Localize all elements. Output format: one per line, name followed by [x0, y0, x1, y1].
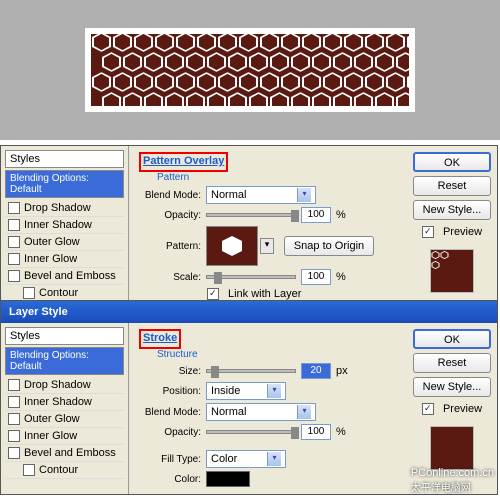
style-item-outer-glow[interactable]: Outer Glow — [5, 234, 124, 251]
reset-button[interactable]: Reset — [413, 353, 491, 373]
color-swatch[interactable] — [206, 471, 250, 487]
opacity-value[interactable]: 100 — [301, 207, 331, 223]
opacity-value[interactable]: 100 — [301, 424, 331, 440]
new-style-button[interactable]: New Style... — [413, 377, 491, 397]
preview-swatch — [430, 249, 474, 293]
opacity-label: Opacity: — [139, 210, 201, 221]
styles-header[interactable]: Styles — [5, 327, 124, 345]
opacity-unit: % — [336, 426, 346, 438]
fill-type-label: Fill Type: — [139, 454, 201, 465]
style-item-inner-shadow[interactable]: Inner Shadow — [5, 217, 124, 234]
checkbox-icon[interactable] — [8, 236, 20, 248]
scale-value[interactable]: 100 — [301, 269, 331, 285]
preview-checkbox[interactable] — [422, 403, 434, 415]
style-item-outer-glow[interactable]: Outer Glow — [5, 411, 124, 428]
scale-slider[interactable] — [206, 275, 296, 279]
opacity-slider[interactable] — [206, 430, 296, 434]
opacity-slider[interactable] — [206, 213, 296, 217]
pattern-label: Pattern: — [139, 241, 201, 252]
style-item-inner-shadow[interactable]: Inner Shadow — [5, 394, 124, 411]
opacity-label: Opacity: — [139, 427, 201, 438]
checkbox-icon[interactable] — [8, 202, 20, 214]
color-label: Color: — [139, 474, 201, 485]
style-item-drop-shadow[interactable]: Drop Shadow — [5, 200, 124, 217]
size-label: Size: — [139, 366, 201, 377]
style-item-inner-glow[interactable]: Inner Glow — [5, 251, 124, 268]
preview-area — [0, 0, 500, 140]
preview-label: Preview — [443, 226, 482, 238]
size-unit: px — [336, 365, 348, 377]
chevron-down-icon: ▾ — [297, 405, 311, 419]
preview-checkbox[interactable] — [422, 226, 434, 238]
blend-mode-label: Blend Mode: — [139, 190, 201, 201]
checkbox-icon[interactable] — [23, 464, 35, 476]
dialog-titlebar[interactable]: Layer Style — [1, 301, 497, 323]
fill-type-dropdown[interactable]: Color▾ — [206, 450, 286, 468]
chevron-down-icon: ▾ — [267, 452, 281, 466]
opacity-unit: % — [336, 209, 346, 221]
style-item-inner-glow[interactable]: Inner Glow — [5, 428, 124, 445]
section-title: Stroke — [143, 332, 177, 344]
blend-mode-dropdown[interactable]: Normal▾ — [206, 403, 316, 421]
subsection-title: Structure — [157, 349, 397, 360]
pattern-swatch[interactable] — [206, 226, 258, 266]
honeycomb-preview — [85, 28, 415, 112]
scale-unit: % — [336, 271, 346, 283]
section-highlight: Pattern Overlay — [139, 152, 228, 172]
checkbox-icon[interactable] — [8, 379, 20, 391]
position-dropdown[interactable]: Inside▾ — [206, 382, 286, 400]
style-item-bevel-emboss[interactable]: Bevel and Emboss — [5, 268, 124, 285]
blend-mode-label: Blend Mode: — [139, 407, 201, 418]
section-title: Pattern Overlay — [143, 155, 224, 167]
checkbox-icon[interactable] — [8, 270, 20, 282]
blend-mode-dropdown[interactable]: Normal▾ — [206, 186, 316, 204]
checkbox-icon[interactable] — [8, 396, 20, 408]
checkbox-icon[interactable] — [8, 447, 20, 459]
checkbox-icon[interactable] — [8, 430, 20, 442]
blending-options-row[interactable]: Blending Options: Default — [5, 347, 124, 375]
settings-panel: Stroke Structure Size: 20 px Position: I… — [129, 323, 407, 494]
position-label: Position: — [139, 386, 201, 397]
preview-swatch — [430, 426, 474, 470]
scale-label: Scale: — [139, 272, 201, 283]
pattern-picker-arrow[interactable]: ▾ — [260, 238, 274, 254]
preview-label: Preview — [443, 403, 482, 415]
new-style-button[interactable]: New Style... — [413, 200, 491, 220]
styles-sidebar: Styles Blending Options: Default Drop Sh… — [1, 323, 129, 494]
ok-button[interactable]: OK — [413, 329, 491, 349]
checkbox-icon[interactable] — [8, 253, 20, 265]
checkbox-icon[interactable] — [8, 413, 20, 425]
reset-button[interactable]: Reset — [413, 176, 491, 196]
ok-button[interactable]: OK — [413, 152, 491, 172]
watermark: PConline.com.cn 太平洋电脑网 — [411, 465, 494, 494]
checkbox-icon[interactable] — [23, 287, 35, 299]
styles-header[interactable]: Styles — [5, 150, 124, 168]
chevron-down-icon: ▾ — [267, 384, 281, 398]
size-slider[interactable] — [206, 369, 296, 373]
link-checkbox[interactable] — [207, 288, 219, 300]
snap-to-origin-button[interactable]: Snap to Origin — [284, 236, 374, 256]
style-item-contour[interactable]: Contour — [5, 462, 124, 479]
link-label: Link with Layer — [228, 288, 301, 300]
blending-options-row[interactable]: Blending Options: Default — [5, 170, 124, 198]
style-item-drop-shadow[interactable]: Drop Shadow — [5, 377, 124, 394]
subsection-title: Pattern — [157, 172, 397, 183]
section-highlight: Stroke — [139, 329, 181, 349]
style-item-bevel-emboss[interactable]: Bevel and Emboss — [5, 445, 124, 462]
size-value[interactable]: 20 — [301, 363, 331, 379]
checkbox-icon[interactable] — [8, 219, 20, 231]
chevron-down-icon: ▾ — [297, 188, 311, 202]
